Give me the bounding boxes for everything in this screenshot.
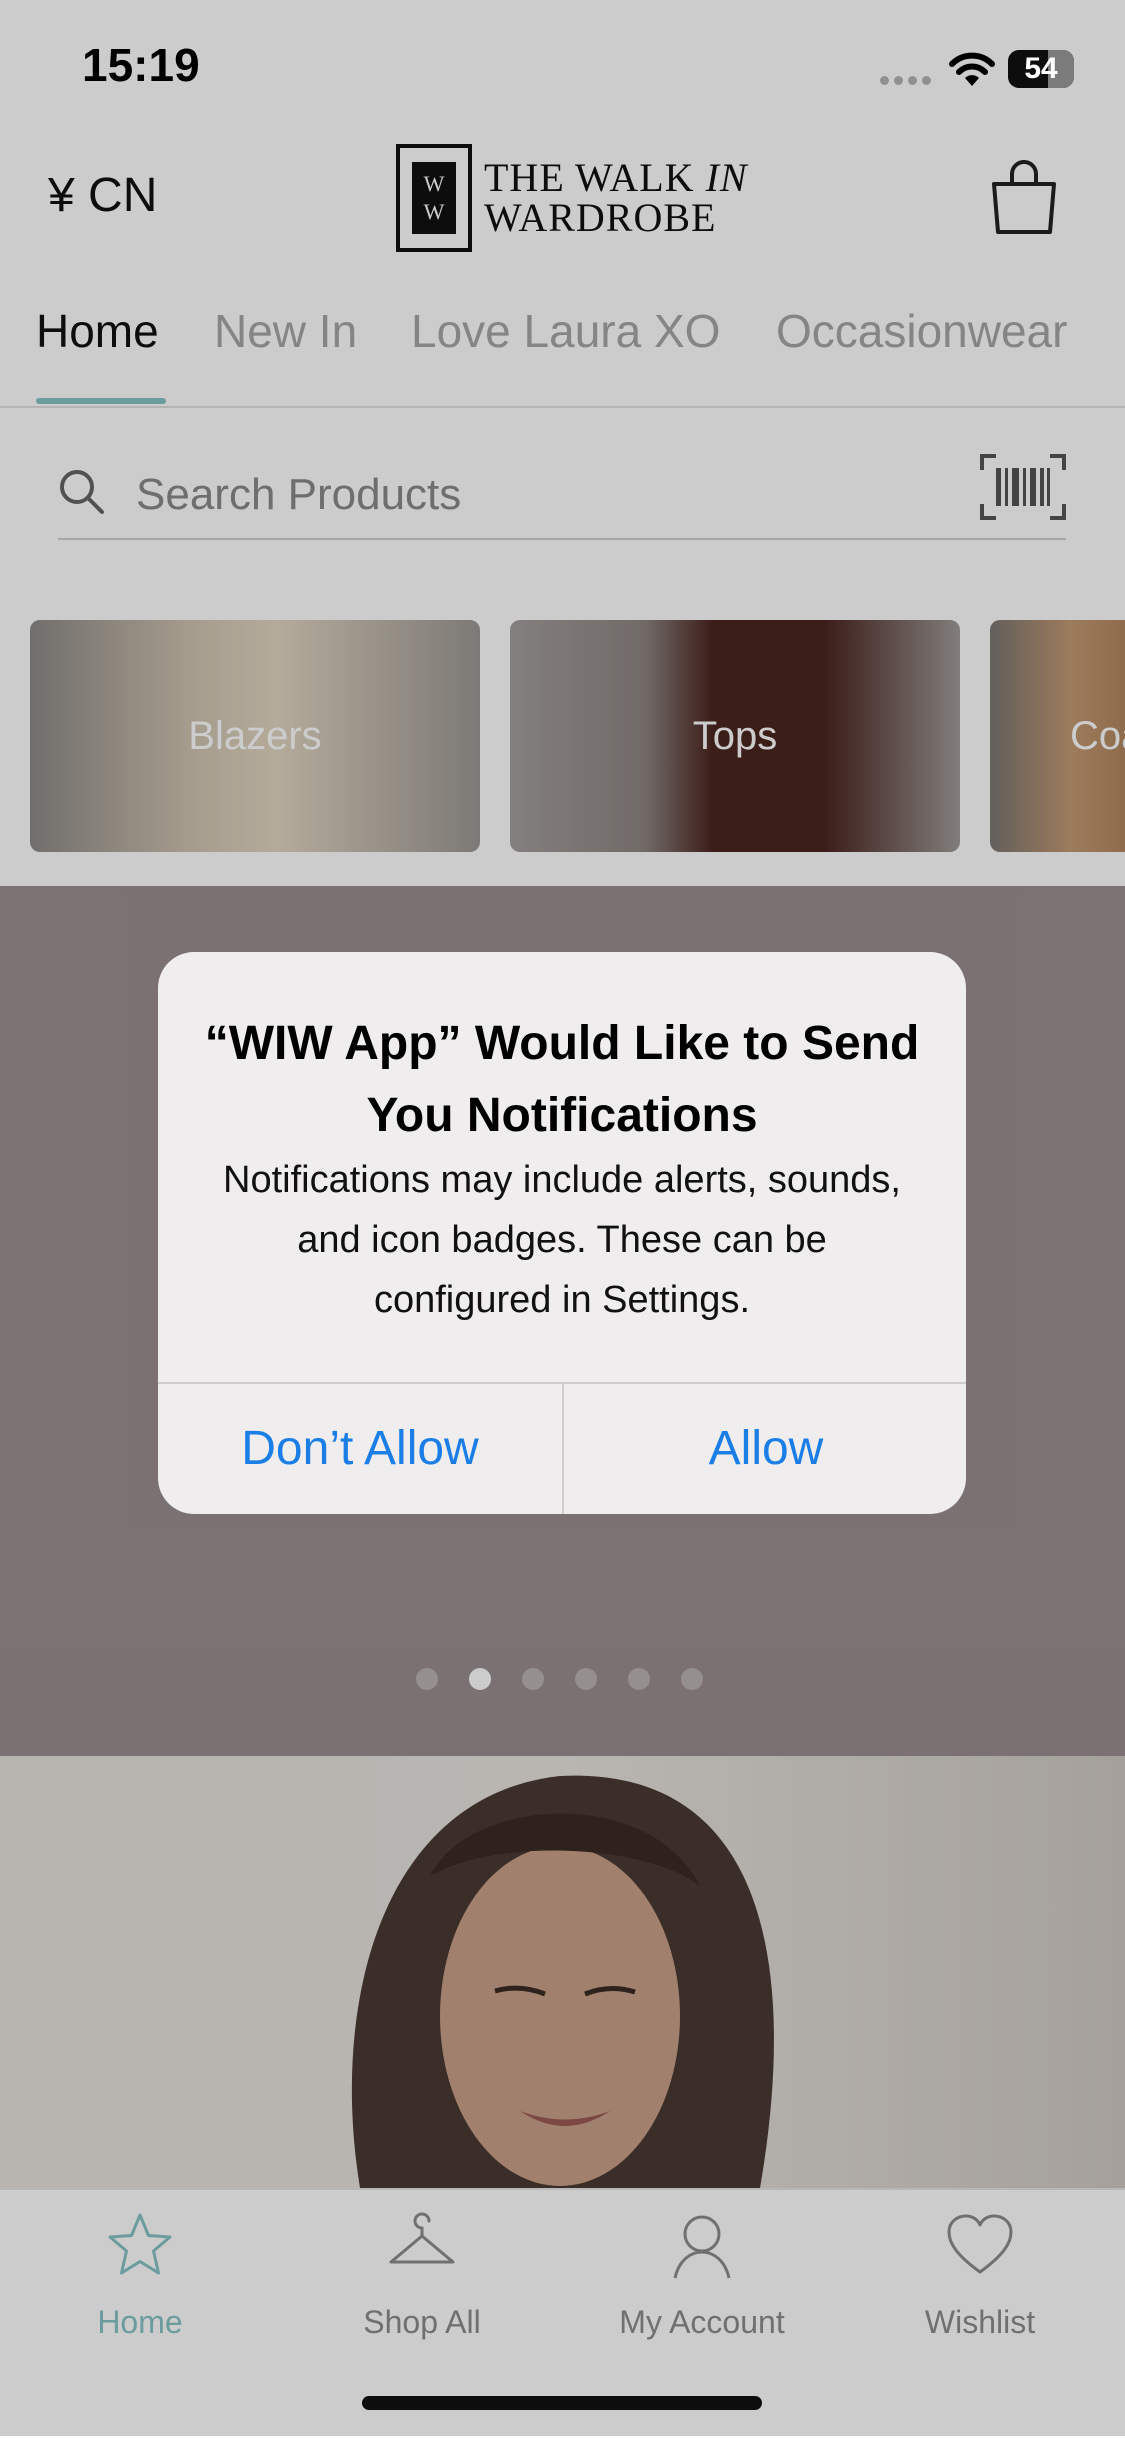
dont-allow-button[interactable]: Don’t Allow	[158, 1384, 562, 1514]
alert-title: “WIW App” Would Like to Send You Notific…	[204, 1017, 920, 1142]
alert-message: Notifications may include alerts, sounds…	[223, 1159, 901, 1321]
allow-button[interactable]: Allow	[564, 1384, 966, 1514]
notification-permission-alert: “WIW App” Would Like to Send You Notific…	[158, 952, 966, 1514]
battery-level: 54	[1024, 52, 1058, 85]
